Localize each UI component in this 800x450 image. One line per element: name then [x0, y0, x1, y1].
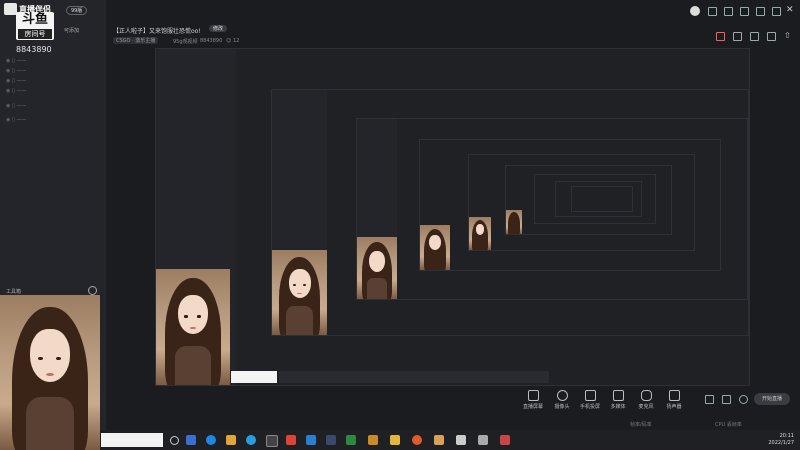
- taskbar-app-icon[interactable]: [186, 435, 196, 445]
- scene-add-label[interactable]: 可添加: [64, 27, 79, 34]
- share-icon[interactable]: ⇧: [784, 31, 791, 40]
- bell-icon[interactable]: [750, 32, 759, 41]
- camera-button[interactable]: 摄像头: [547, 390, 577, 410]
- meta-2: 8843890: [200, 38, 223, 44]
- eye-icon[interactable]: ◉: [6, 117, 12, 123]
- clock-date: 2022/1/27: [768, 440, 794, 446]
- avatar[interactable]: [690, 6, 700, 16]
- stream-preview[interactable]: [155, 48, 750, 386]
- task-view-icon[interactable]: [170, 436, 179, 445]
- camera-icon: [556, 390, 568, 401]
- app-green-icon[interactable]: [346, 435, 356, 445]
- room-stamp: 斗鱼 房间号: [16, 12, 54, 40]
- eye-icon[interactable]: ◉: [6, 103, 12, 109]
- chrome-icon[interactable]: [206, 435, 216, 445]
- eye-icon[interactable]: ◉: [6, 88, 12, 94]
- snapshot-icon[interactable]: [722, 395, 731, 404]
- minimize-icon[interactable]: [756, 7, 765, 16]
- app-tan-icon[interactable]: [434, 435, 444, 445]
- nested-webcam: [156, 269, 230, 385]
- eye-icon[interactable]: ◉: [6, 78, 12, 84]
- eye-icon[interactable]: ◉: [6, 68, 12, 74]
- nested-taskbar: [279, 371, 549, 383]
- media-button[interactable]: 多媒体: [603, 390, 633, 410]
- status-left: 帧率/码率: [630, 422, 652, 428]
- start-live-button[interactable]: 开始直播: [754, 393, 790, 405]
- webcam-preview: [0, 295, 100, 450]
- speaker-button[interactable]: 扬声器: [659, 390, 689, 410]
- clock-time: 20:11: [779, 433, 794, 439]
- category-chip[interactable]: CSGO · 激乐主播: [113, 37, 159, 44]
- home-icon[interactable]: [767, 32, 776, 41]
- app-white-icon[interactable]: [456, 435, 466, 445]
- scene-row[interactable]: ◉ ▯ ——: [6, 117, 96, 125]
- scene-row[interactable]: ◉ ▯ ——: [6, 88, 96, 96]
- close-icon[interactable]: ✕: [786, 5, 794, 15]
- obs-icon[interactable]: [266, 435, 278, 447]
- menu-icon[interactable]: [724, 7, 733, 16]
- scene-row[interactable]: ◉ ▯ ——: [6, 78, 96, 86]
- toolbox-settings-icon[interactable]: [88, 286, 97, 295]
- screen-capture-button[interactable]: 直播屏幕: [518, 390, 548, 410]
- media-icon: [612, 390, 624, 401]
- steam-icon[interactable]: [326, 435, 336, 445]
- feedback-icon[interactable]: [740, 7, 749, 16]
- settings-icon[interactable]: [739, 395, 748, 404]
- scene-row[interactable]: ◉ ▯ ——: [6, 68, 96, 76]
- speaker-icon: [668, 390, 680, 401]
- lock-icon[interactable]: [733, 32, 742, 41]
- maximize-icon[interactable]: [772, 7, 781, 16]
- folder-icon[interactable]: [226, 435, 236, 445]
- mic-icon: [640, 390, 652, 401]
- app-red2-icon[interactable]: [500, 435, 510, 445]
- eye-icon[interactable]: ◉: [6, 58, 12, 64]
- scene-row[interactable]: ◉ ▯ ——: [6, 58, 96, 66]
- nested-taskbar-search: [231, 371, 277, 383]
- viewer-count: 12: [233, 38, 240, 44]
- stamp-room-label: 房间号: [18, 29, 52, 39]
- sidebar: 直播伴侣 99版 斗鱼 房间号 可添加 8843890 ◉ ▯ —— ◉ ▯ —— …: [0, 0, 106, 450]
- viewer-icon: ☺: [226, 38, 232, 44]
- screen-icon: [527, 390, 539, 401]
- mic-button[interactable]: 麦克风: [631, 390, 661, 410]
- meta-1: 95g观视频: [173, 39, 198, 45]
- edge-icon[interactable]: [246, 435, 256, 445]
- taskbar-clock[interactable]: 20:11 2022/1/27: [768, 433, 794, 447]
- phone-cast-button[interactable]: 手机投屏: [575, 390, 605, 410]
- record-icon[interactable]: [705, 395, 714, 404]
- nested-preview-1: [271, 89, 749, 336]
- taskbar-search[interactable]: [101, 433, 163, 447]
- phone-cast-icon: [584, 390, 596, 401]
- edit-title-button[interactable]: 修改: [209, 25, 228, 32]
- stamp-logo: 斗鱼: [21, 12, 48, 27]
- douyu-icon[interactable]: [368, 435, 378, 445]
- app-red-icon[interactable]: [286, 435, 296, 445]
- stream-title: 【正人啦子】又来饱服壮恐慌oo!: [113, 28, 201, 35]
- skin-icon[interactable]: [708, 7, 717, 16]
- gift-icon[interactable]: [716, 32, 725, 41]
- app-orange-icon[interactable]: [412, 435, 422, 445]
- version-badge[interactable]: 99版: [66, 6, 88, 15]
- room-id: 8843890: [16, 45, 52, 54]
- scene-row[interactable]: ◉ ▯ ——: [6, 103, 96, 111]
- app-grey-icon[interactable]: [478, 435, 488, 445]
- toolbox-label: 工具箱: [6, 289, 22, 295]
- status-right: CPU 丢帧率: [715, 422, 742, 428]
- os-taskbar: 20:11 2022/1/27: [100, 430, 800, 450]
- app-blue-icon[interactable]: [306, 435, 316, 445]
- app-yellow-icon[interactable]: [390, 435, 400, 445]
